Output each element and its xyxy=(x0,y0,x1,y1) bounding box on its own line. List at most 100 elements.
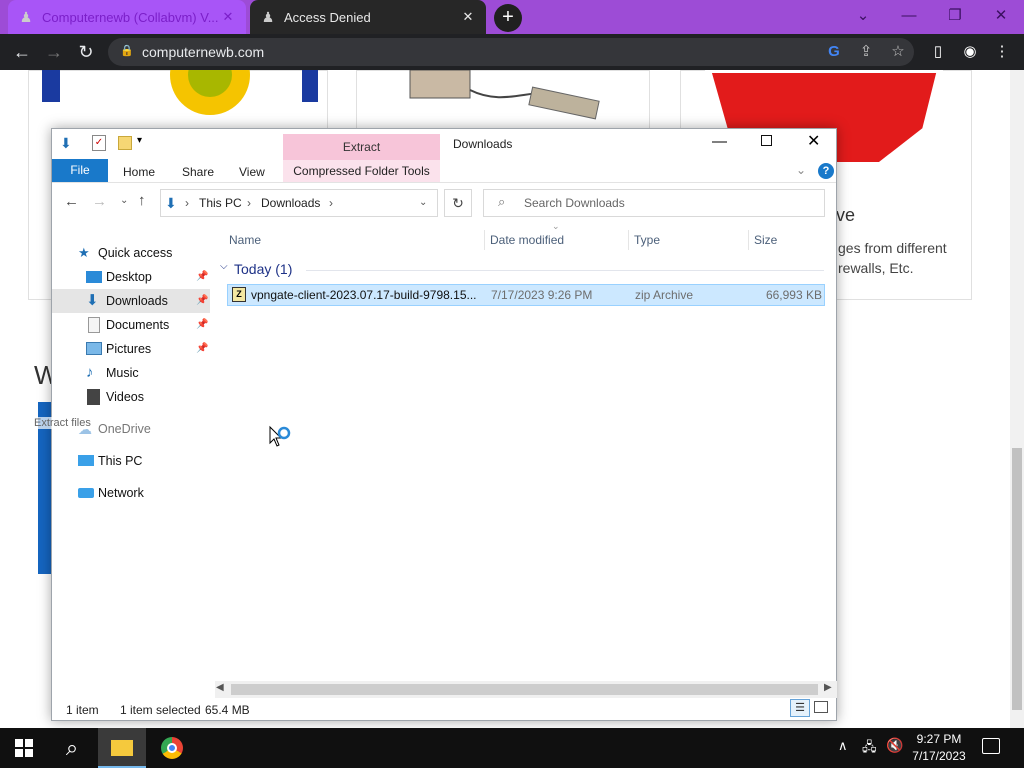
search-input[interactable]: Search Downloads xyxy=(483,189,825,217)
chrome-icon xyxy=(161,737,183,759)
expand-ribbon-icon[interactable]: ⌄ xyxy=(796,163,806,177)
large-icons-view-icon[interactable] xyxy=(814,701,828,713)
nav-quick-access[interactable]: ★ Quick access xyxy=(52,241,210,265)
menu-icon[interactable]: ⋮ xyxy=(988,38,1016,66)
close-tab-icon[interactable]: ✕ xyxy=(220,9,236,25)
zip-file-icon: Z xyxy=(232,287,246,302)
tab-view[interactable]: View xyxy=(239,165,265,179)
close-icon[interactable]: ✕ xyxy=(807,131,820,151)
breadcrumb-separator[interactable]: › xyxy=(185,190,189,216)
music-icon: ♪ xyxy=(86,364,94,381)
nav-network[interactable]: Network xyxy=(52,481,210,505)
tab-home[interactable]: Home xyxy=(123,165,155,179)
nav-music[interactable]: ♪ Music xyxy=(52,361,210,385)
group-divider xyxy=(306,270,824,271)
new-tab-button[interactable]: + xyxy=(494,4,522,32)
column-name[interactable]: Name xyxy=(229,230,261,250)
bookmark-star-icon[interactable]: ☆ xyxy=(884,38,912,66)
forward-icon[interactable]: → xyxy=(38,34,70,70)
maximize-icon[interactable] xyxy=(761,135,772,146)
collapse-group-icon[interactable]: ⌵ xyxy=(220,261,228,272)
tab-search-icon[interactable]: ⌄ xyxy=(840,0,886,34)
nav-label: OneDrive xyxy=(98,422,151,436)
column-divider[interactable] xyxy=(748,230,749,250)
google-lens-icon[interactable]: G xyxy=(820,38,848,66)
back-icon[interactable]: ← xyxy=(6,34,38,70)
column-size[interactable]: Size xyxy=(754,230,777,250)
column-type[interactable]: Type xyxy=(634,230,660,250)
card-text: ges from different xyxy=(838,240,947,256)
pin-icon[interactable]: 📌 xyxy=(196,313,208,337)
network-tray-icon[interactable]: 🖧 xyxy=(862,738,877,760)
refresh-icon[interactable]: ↻ xyxy=(444,189,472,217)
pin-icon[interactable]: 📌 xyxy=(196,337,208,361)
qat-dropdown-icon[interactable]: ▾ xyxy=(137,135,142,146)
help-icon[interactable]: ? xyxy=(818,163,834,179)
column-divider[interactable] xyxy=(484,230,485,250)
address-bar[interactable]: computernewb.com xyxy=(108,38,914,66)
share-icon[interactable]: ⇪ xyxy=(852,38,880,66)
volume-muted-icon[interactable]: 🔇 xyxy=(886,737,903,754)
documents-icon xyxy=(88,317,100,333)
restore-icon[interactable]: ❐ xyxy=(932,0,978,34)
pin-icon[interactable]: 📌 xyxy=(196,265,208,289)
recent-locations-icon[interactable]: ⌄ xyxy=(120,195,128,206)
close-window-icon[interactable]: ✕ xyxy=(978,0,1024,34)
reload-icon[interactable]: ↻ xyxy=(70,34,102,70)
up-icon[interactable]: ↑ xyxy=(138,192,146,209)
forward-icon[interactable]: → xyxy=(92,193,107,210)
minimize-icon[interactable]: — xyxy=(886,0,932,34)
nav-pictures[interactable]: Pictures 📌 xyxy=(52,337,210,361)
nav-label: Music xyxy=(106,366,139,380)
horizontal-scrollbar-thumb[interactable] xyxy=(231,684,818,695)
file-row[interactable]: Z vpngate-client-2023.07.17-build-9798.1… xyxy=(227,284,825,306)
file-type: zip Archive xyxy=(635,288,694,302)
search-icon[interactable]: ⌕ xyxy=(48,728,96,768)
group-header[interactable]: Today (1) xyxy=(234,261,292,277)
tab-file[interactable]: File xyxy=(52,159,108,182)
clock-date: 7/17/2023 xyxy=(912,749,966,763)
breadcrumb-this-pc[interactable]: This PC xyxy=(199,190,242,216)
minimize-icon[interactable]: — xyxy=(712,133,727,150)
details-view-icon[interactable]: ☰ xyxy=(790,699,810,717)
show-hidden-icons[interactable]: ∧ xyxy=(838,738,848,754)
breadcrumb-separator[interactable]: › xyxy=(329,190,333,216)
videos-icon xyxy=(87,389,100,405)
nav-desktop[interactable]: Desktop 📌 xyxy=(52,265,210,289)
lock-icon[interactable]: 🔒 xyxy=(120,44,134,60)
clock[interactable]: 9:27 PM 7/17/2023 xyxy=(906,731,972,765)
tab-extract[interactable]: Extract xyxy=(283,134,440,160)
column-divider[interactable] xyxy=(628,230,629,250)
profile-icon[interactable]: ◉ xyxy=(956,38,984,66)
nav-downloads[interactable]: ⬇ Downloads 📌 xyxy=(52,289,210,313)
nav-videos[interactable]: Videos xyxy=(52,385,210,409)
file-explorer-window: ⬇ ✓ ▾ Extract Downloads — ✕ File Home Sh… xyxy=(34,128,837,721)
nav-documents[interactable]: Documents 📌 xyxy=(52,313,210,337)
tab-compressed-folder-tools[interactable]: Compressed Folder Tools xyxy=(283,160,440,182)
new-folder-icon[interactable] xyxy=(118,136,132,150)
chrome-taskbar-icon[interactable] xyxy=(148,728,196,768)
card-title-fragment: ve xyxy=(836,205,856,225)
tab-share[interactable]: Share xyxy=(182,165,214,179)
notifications-icon[interactable] xyxy=(982,738,1000,754)
close-tab-icon[interactable]: ✕ xyxy=(460,9,476,25)
tab-computernewb[interactable]: ♟ Computernewb (Collabvm) V... ✕ xyxy=(8,0,246,34)
properties-icon[interactable]: ✓ xyxy=(92,135,106,151)
column-date-modified[interactable]: Date modified xyxy=(490,230,564,250)
pin-icon[interactable]: 📌 xyxy=(196,289,208,313)
scroll-left-icon[interactable]: ◀ xyxy=(216,682,224,693)
start-button[interactable] xyxy=(0,728,48,768)
back-icon[interactable]: ← xyxy=(64,193,79,210)
file-explorer-taskbar-icon[interactable] xyxy=(98,728,146,768)
scroll-right-icon[interactable]: ▶ xyxy=(824,682,832,693)
breadcrumb-downloads[interactable]: Downloads xyxy=(261,190,320,216)
address-bar[interactable]: ⬇ › This PC › Downloads › ⌄ xyxy=(160,189,438,217)
side-panel-icon[interactable]: ▯ xyxy=(924,38,952,66)
downloads-icon: ⬇ xyxy=(86,292,99,309)
nav-this-pc[interactable]: This PC xyxy=(52,449,210,473)
breadcrumb-separator[interactable]: › xyxy=(247,190,251,216)
tab-access-denied[interactable]: ♟ Access Denied ✕ xyxy=(250,0,486,34)
star-icon: ★ xyxy=(78,245,90,260)
address-dropdown-icon[interactable]: ⌄ xyxy=(419,190,427,216)
page-scrollbar-thumb[interactable] xyxy=(1012,448,1022,710)
